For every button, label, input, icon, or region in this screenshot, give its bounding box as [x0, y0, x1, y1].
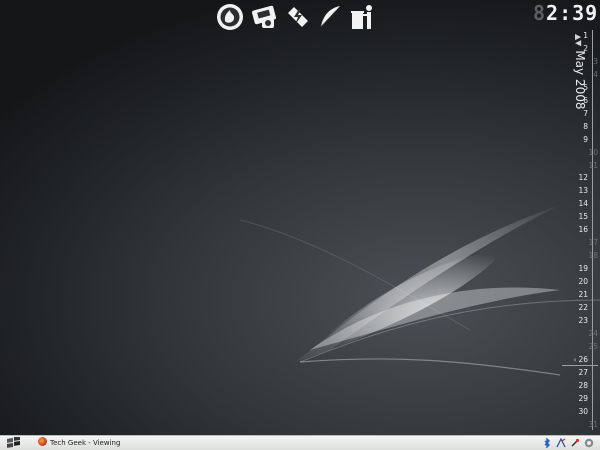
taskbar-item-label: Tech Geek - Viewing P...	[50, 439, 122, 447]
calendar-day[interactable]: 27	[564, 368, 588, 377]
calendar-day[interactable]: 29	[564, 394, 588, 403]
wallpaper-swoosh	[239, 205, 600, 376]
system-tray	[542, 437, 598, 449]
calendar-day[interactable]: 2	[564, 44, 588, 53]
clock-dim-digit: 8	[533, 1, 547, 25]
calendar-day[interactable]: 17	[574, 238, 598, 247]
feather-icon[interactable]	[316, 3, 344, 31]
clock-time: 2:39	[546, 1, 599, 25]
calendar-divider	[592, 30, 593, 430]
calendar-day[interactable]: 3	[574, 57, 598, 66]
calendar-day[interactable]: 9	[564, 135, 588, 144]
calendar-day[interactable]: 10	[574, 148, 598, 157]
calendar-day[interactable]: 6	[564, 96, 588, 105]
taskbar: Tech Geek - Viewing P...	[0, 435, 600, 450]
calendar-day[interactable]: 1	[564, 31, 588, 40]
security-icon[interactable]	[570, 438, 580, 448]
calendar-day[interactable]: 30	[564, 407, 588, 416]
calendar-day[interactable]: 11	[574, 161, 598, 170]
calendar-day[interactable]: 28	[564, 381, 588, 390]
calendar-day[interactable]: 16	[564, 225, 588, 234]
control-panel-icon[interactable]	[250, 3, 278, 31]
volume-icon[interactable]	[584, 438, 594, 448]
calendar-day[interactable]: 5	[564, 83, 588, 92]
calendar-day[interactable]: 23	[564, 316, 588, 325]
calendar-day[interactable]: 8	[564, 122, 588, 131]
calendar-day[interactable]: 4	[574, 70, 598, 79]
calendar-day[interactable]: 25	[574, 342, 598, 351]
calendar-widget: ▲▼May 2008 1 2 3 4 5 6 7 8 9 10 11 12 13 14 15 16 17 18 19…	[530, 30, 600, 436]
calendar-day[interactable]: 18	[574, 251, 598, 260]
firefox-icon[interactable]	[216, 3, 244, 31]
calendar-day[interactable]: 7	[564, 109, 588, 118]
calendar-day[interactable]: 21	[564, 290, 588, 299]
desktop-background: 82:39 ▲▼May 2008 1 2 3 4 5 6 7 8 9 10 11 12 13 14 15 16…	[0, 0, 600, 436]
calendar-day[interactable]: 12	[564, 173, 588, 182]
calendar-day[interactable]: 13	[564, 186, 588, 195]
bluetooth-icon[interactable]	[542, 438, 552, 448]
calendar-day[interactable]: 31	[574, 420, 598, 429]
recycle-bin-icon[interactable]	[348, 3, 376, 31]
launcher-bar	[216, 3, 376, 31]
calendar-day[interactable]: 14	[564, 199, 588, 208]
today-marker-line	[562, 364, 598, 366]
winamp-icon[interactable]	[284, 3, 312, 31]
start-button[interactable]	[6, 437, 22, 449]
calendar-day[interactable]: 22	[564, 303, 588, 312]
calendar-day-today[interactable]: 26	[564, 355, 588, 364]
taskbar-item-browser[interactable]: Tech Geek - Viewing P...	[38, 437, 122, 449]
network-icon[interactable]	[556, 438, 566, 448]
calendar-day[interactable]: 15	[564, 212, 588, 221]
calendar-day[interactable]: 20	[564, 277, 588, 286]
firefox-icon	[38, 437, 47, 446]
calendar-day[interactable]: 24	[574, 329, 598, 338]
desktop-clock: 82:39	[533, 2, 597, 24]
calendar-day[interactable]: 19	[564, 264, 588, 273]
